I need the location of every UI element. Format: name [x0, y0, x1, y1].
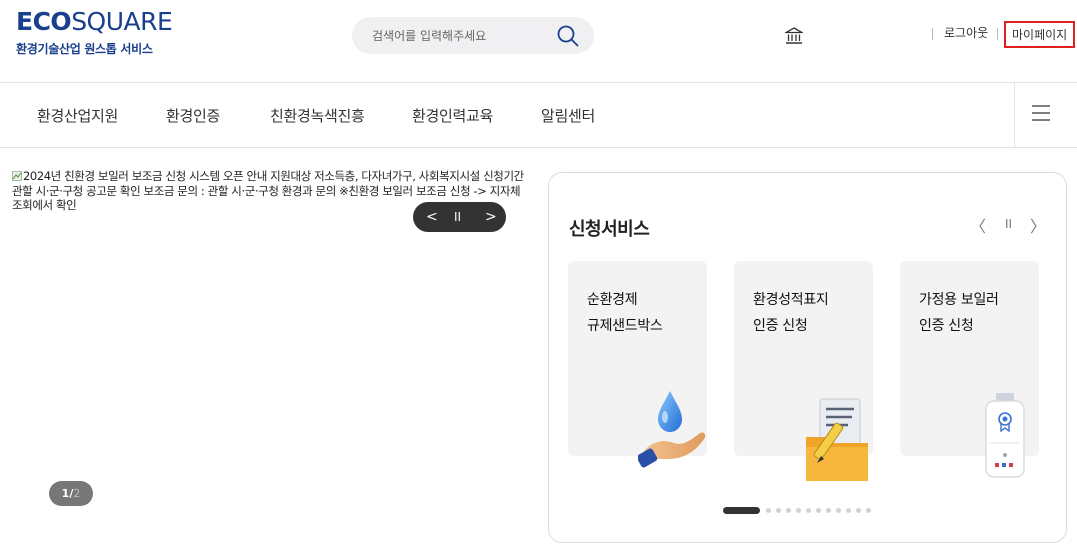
- site-header: ECOSQUARE 환경기술산업 원스톱 서비스 로그아웃 마이페이지: [0, 0, 1077, 82]
- pagination-dot[interactable]: [866, 508, 871, 513]
- logo-square: SQUARE: [71, 7, 173, 36]
- services-pause-button[interactable]: II: [1005, 217, 1012, 231]
- pagination-dot[interactable]: [776, 508, 781, 513]
- broken-image-icon: [12, 171, 22, 181]
- nav-item-notice-center[interactable]: 알림센터: [541, 105, 595, 126]
- card-label: 가정용 보일러 인증 신청: [919, 292, 999, 334]
- banner-next-button[interactable]: >: [485, 208, 497, 226]
- pagination-dot[interactable]: [796, 508, 801, 513]
- pagination-dot-active[interactable]: [723, 507, 760, 514]
- service-card-environmental-label[interactable]: 환경성적표지 인증 신청: [734, 261, 873, 481]
- banner-pause-button[interactable]: II: [454, 208, 461, 226]
- banner-prev-button[interactable]: <: [426, 208, 438, 226]
- document-folder-pencil-icon: [806, 398, 868, 481]
- pagination-dot[interactable]: [786, 508, 791, 513]
- pagination-dot[interactable]: [816, 508, 821, 513]
- menu-divider: [1014, 83, 1015, 147]
- logout-link[interactable]: 로그아웃: [944, 24, 988, 41]
- logo-wordmark: ECOSQUARE: [16, 7, 173, 36]
- util-divider: [997, 28, 998, 40]
- application-services-panel: 신청서비스 〈 II 〉 순환경제 규제샌드박스 환경성적표지 인증 신청 가정…: [548, 172, 1067, 543]
- panel-title: 신청서비스: [569, 219, 650, 240]
- pagination-dot[interactable]: [766, 508, 771, 513]
- logo-tagline: 환경기술산업 원스톱 서비스: [16, 42, 153, 56]
- services-next-button[interactable]: 〉: [1030, 213, 1046, 237]
- page-total: 2: [73, 487, 81, 500]
- nav-item-education[interactable]: 환경인력교육: [412, 105, 493, 126]
- service-card-household-boiler[interactable]: 가정용 보일러 인증 신청: [900, 261, 1039, 478]
- search-input[interactable]: [372, 17, 552, 54]
- pagination-dot[interactable]: [856, 508, 861, 513]
- bank-icon[interactable]: [785, 27, 803, 45]
- banner-page-indicator: 1/2: [49, 481, 93, 506]
- search-icon[interactable]: [556, 24, 580, 48]
- nav-item-certification[interactable]: 환경인증: [166, 105, 220, 126]
- water-drop-hand-icon: [638, 391, 706, 468]
- pagination-dot[interactable]: [826, 508, 831, 513]
- util-divider: [932, 28, 933, 40]
- hamburger-menu-icon[interactable]: [1032, 105, 1050, 121]
- banner-slide-controls: < II >: [413, 202, 506, 232]
- pagination-dot[interactable]: [806, 508, 811, 513]
- service-card-circular-economy[interactable]: 순환경제 규제샌드박스: [568, 261, 707, 468]
- logo-eco: ECO: [16, 7, 72, 36]
- pagination-dot[interactable]: [846, 508, 851, 513]
- services-prev-button[interactable]: 〈: [970, 213, 986, 237]
- nav-divider: [0, 147, 1077, 148]
- main-navigation: 환경산업지원 환경인증 친환경녹색진흥 환경인력교육 알림센터: [0, 83, 1077, 147]
- nav-item-industry-support[interactable]: 환경산업지원: [37, 105, 118, 126]
- site-logo[interactable]: ECOSQUARE 환경기술산업 원스톱 서비스: [16, 7, 173, 57]
- nav-item-green-promotion[interactable]: 친환경녹색진흥: [270, 105, 365, 126]
- card-label: 순환경제 규제샌드박스: [587, 292, 663, 334]
- boiler-icon: [985, 393, 1025, 478]
- search-bar: [352, 17, 594, 54]
- mypage-link[interactable]: 마이페이지: [1004, 21, 1076, 48]
- card-label: 환경성적표지 인증 신청: [753, 292, 829, 334]
- pagination-dot[interactable]: [836, 508, 841, 513]
